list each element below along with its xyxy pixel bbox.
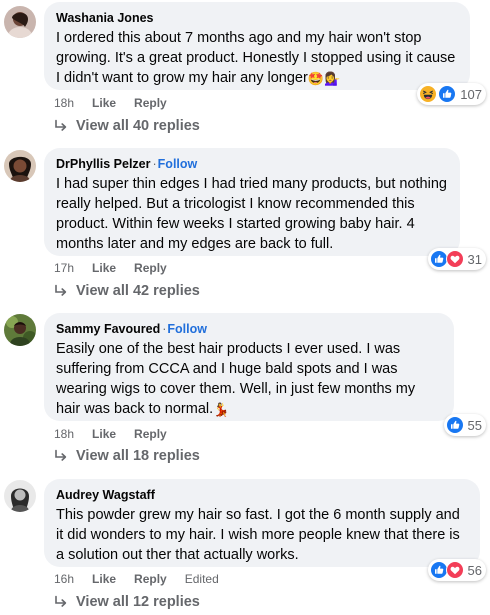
reaction-count: 56 (467, 562, 482, 578)
comment-bubble: DrPhyllis Pelzer ·Follow I had super thin… (44, 148, 460, 256)
reply-button[interactable]: Reply (134, 572, 167, 586)
author-name[interactable]: Audrey Wagstaff (56, 488, 155, 502)
comment-actions: 18h Like Reply (54, 96, 167, 110)
haha-icon (419, 85, 437, 103)
reaction-count: 55 (467, 417, 482, 433)
avatar[interactable] (4, 150, 36, 182)
comment-text: Easily one of the best hair products I e… (56, 341, 416, 417)
comment-bubble: Audrey Wagstaff This powder grew my hair… (44, 479, 480, 567)
reply-arrow-icon (54, 119, 68, 133)
view-replies-label: View all 42 replies (76, 283, 200, 299)
view-replies-label: View all 12 replies (76, 594, 200, 610)
love-icon (446, 250, 464, 268)
reply-button[interactable]: Reply (134, 261, 167, 275)
comment-actions: 16h Like Reply Edited (54, 572, 219, 586)
reply-arrow-icon (54, 449, 68, 463)
timestamp[interactable]: 18h (54, 427, 74, 441)
comment-bubble: Washania Jones I ordered this about 7 mo… (44, 2, 470, 90)
edited-label: Edited (184, 572, 219, 586)
like-button[interactable]: Like (92, 427, 116, 441)
reply-arrow-icon (54, 284, 68, 298)
comment-bubble: Sammy Favoured ·Follow Easily one of the … (44, 313, 454, 421)
reaction-summary[interactable]: 56 (427, 559, 486, 581)
comment-actions: 18h Like Reply (54, 427, 167, 441)
view-replies-link[interactable]: View all 42 replies (54, 283, 200, 299)
comment-text: This powder grew my hair so fast. I got … (56, 507, 460, 563)
reaction-summary[interactable]: 55 (443, 414, 486, 436)
author-name[interactable]: DrPhyllis Pelzer (56, 157, 151, 171)
reply-button[interactable]: Reply (134, 96, 167, 110)
reaction-count: 31 (467, 251, 482, 267)
view-replies-label: View all 18 replies (76, 448, 200, 464)
like-button[interactable]: Like (92, 261, 116, 275)
reply-arrow-icon (54, 595, 68, 609)
view-replies-link[interactable]: View all 40 replies (54, 118, 200, 134)
like-button[interactable]: Like (92, 572, 116, 586)
reaction-summary[interactable]: 31 (427, 248, 486, 270)
comment-actions: 17h Like Reply (54, 261, 167, 275)
timestamp[interactable]: 16h (54, 572, 74, 586)
author-name[interactable]: Sammy Favoured (56, 322, 160, 336)
timestamp[interactable]: 18h (54, 96, 74, 110)
like-icon (438, 85, 456, 103)
love-icon (446, 561, 464, 579)
comment-text: I had super thin edges I had tried many … (56, 176, 447, 252)
timestamp[interactable]: 17h (54, 261, 74, 275)
reaction-count: 107 (460, 86, 482, 102)
view-replies-link[interactable]: View all 18 replies (54, 448, 200, 464)
follow-button[interactable]: Follow (158, 157, 198, 171)
star-struck-emoji: 🤩 (307, 71, 324, 86)
like-icon (446, 416, 464, 434)
view-replies-link[interactable]: View all 12 replies (54, 594, 200, 610)
dancer-emoji: 💃 (213, 402, 230, 417)
avatar[interactable] (4, 314, 36, 346)
view-replies-label: View all 40 replies (76, 118, 200, 134)
follow-button[interactable]: Follow (167, 322, 207, 336)
woman-tipping-hand-emoji: 💁‍♀️ (324, 71, 341, 86)
like-button[interactable]: Like (92, 96, 116, 110)
comment-text: I ordered this about 7 months ago and my… (56, 30, 456, 86)
reaction-summary[interactable]: 107 (417, 83, 486, 105)
reply-button[interactable]: Reply (134, 427, 167, 441)
avatar[interactable] (4, 480, 36, 512)
avatar[interactable] (4, 6, 36, 38)
author-name[interactable]: Washania Jones (56, 11, 154, 25)
